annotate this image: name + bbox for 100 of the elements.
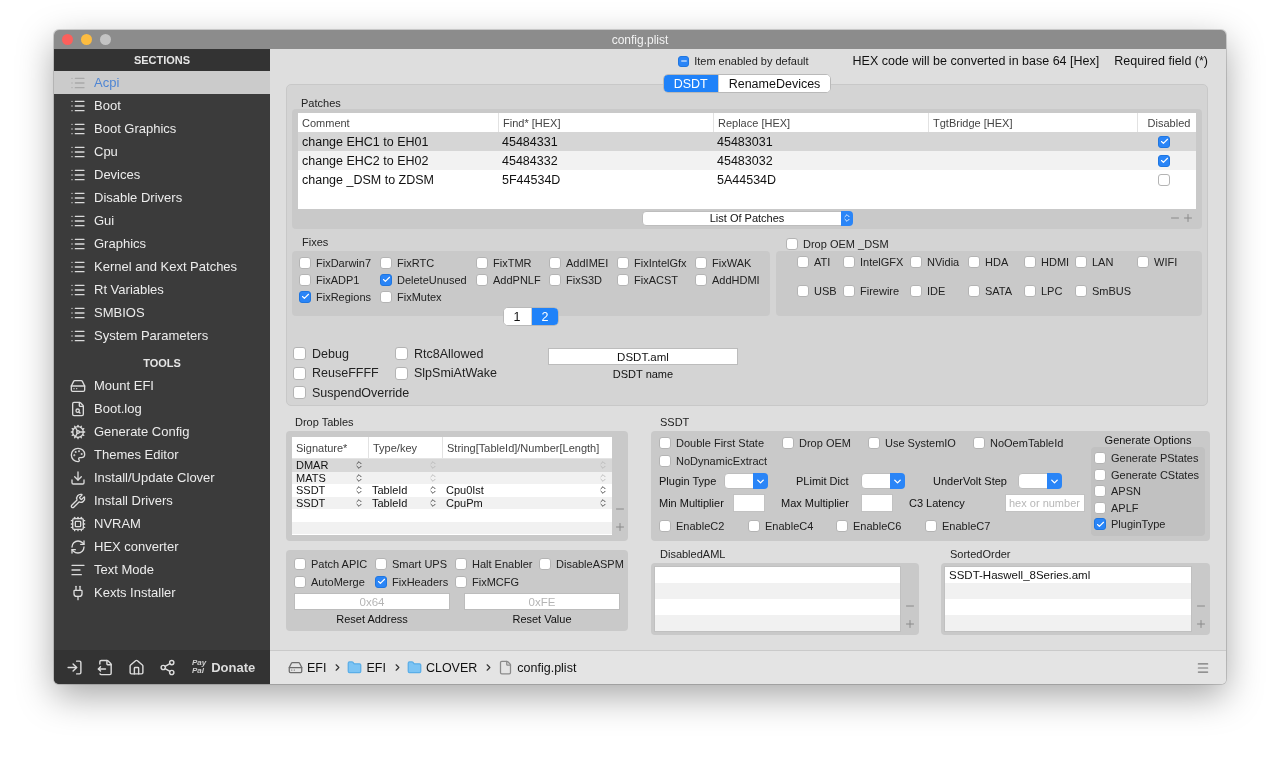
checkbox[interactable] bbox=[910, 256, 922, 268]
checkbox[interactable] bbox=[1094, 518, 1106, 531]
path-item[interactable]: EFI bbox=[307, 660, 327, 675]
checkbox[interactable] bbox=[476, 273, 488, 286]
sidebar-item[interactable]: System Parameters bbox=[54, 324, 270, 347]
tab[interactable]: DSDT bbox=[663, 75, 718, 92]
share-icon[interactable] bbox=[159, 658, 176, 676]
minimize-button[interactable] bbox=[81, 34, 92, 45]
checkbox[interactable] bbox=[380, 256, 392, 269]
checkbox[interactable] bbox=[293, 347, 306, 361]
stepper-icon[interactable] bbox=[354, 472, 364, 483]
path-item[interactable]: EFI bbox=[366, 660, 386, 675]
sidebar-item[interactable]: Rt Variables bbox=[54, 278, 270, 301]
sidebar-item[interactable]: Text Mode bbox=[54, 558, 270, 581]
sidebar-item[interactable]: Kexts Installer bbox=[54, 581, 270, 604]
checkbox[interactable] bbox=[1094, 468, 1106, 481]
sidebar-item[interactable]: Generate Config bbox=[54, 420, 270, 443]
file-export-icon[interactable] bbox=[97, 658, 114, 676]
sidebar-item[interactable]: Install Drivers bbox=[54, 489, 270, 512]
dropdown[interactable] bbox=[724, 473, 768, 489]
checkbox[interactable] bbox=[968, 285, 980, 297]
checkbox[interactable] bbox=[455, 575, 467, 588]
checkbox[interactable] bbox=[380, 273, 392, 286]
checkbox[interactable] bbox=[659, 454, 671, 467]
stepper-icon[interactable] bbox=[354, 497, 364, 508]
plus-icon[interactable] bbox=[1195, 618, 1207, 630]
page-button[interactable]: 2 bbox=[530, 308, 559, 325]
list-item[interactable]: SSDT-Haswell_8Series.aml bbox=[949, 569, 1091, 581]
checkbox[interactable] bbox=[678, 55, 690, 67]
plus-icon[interactable] bbox=[614, 521, 626, 533]
checkbox[interactable] bbox=[455, 557, 467, 570]
checkbox[interactable] bbox=[395, 347, 408, 361]
sidebar-item[interactable]: Themes Editor bbox=[54, 443, 270, 466]
checkbox[interactable] bbox=[797, 256, 809, 268]
donate-link[interactable]: Donate bbox=[211, 659, 256, 675]
sidebar-item[interactable]: Install/Update Clover bbox=[54, 466, 270, 489]
popup-button[interactable]: List Of Patches bbox=[641, 210, 853, 226]
sidebar-item[interactable]: SMBIOS bbox=[54, 301, 270, 324]
menu-icon[interactable] bbox=[1196, 660, 1210, 675]
checkbox[interactable] bbox=[1075, 256, 1087, 268]
sidebar-item[interactable]: Graphics bbox=[54, 232, 270, 255]
checkbox[interactable] bbox=[1158, 173, 1170, 186]
sidebar-item[interactable]: Kernel and Kext Patches bbox=[54, 255, 270, 278]
checkbox[interactable] bbox=[797, 285, 809, 297]
number-field[interactable] bbox=[733, 494, 765, 512]
stepper-icon[interactable] bbox=[428, 485, 438, 496]
sidebar-item[interactable]: Boot bbox=[54, 94, 270, 117]
sidebar-item[interactable]: NVRAM bbox=[54, 512, 270, 535]
checkbox[interactable] bbox=[925, 519, 937, 532]
checkbox[interactable] bbox=[617, 256, 629, 269]
checkbox[interactable] bbox=[395, 366, 408, 380]
checkbox[interactable] bbox=[968, 256, 980, 268]
sidebar-item[interactable]: Mount EFI bbox=[54, 374, 270, 397]
checkbox[interactable] bbox=[549, 256, 561, 269]
home-icon[interactable] bbox=[128, 658, 145, 676]
path-item[interactable]: CLOVER bbox=[425, 660, 478, 675]
sidebar-item[interactable]: Gui bbox=[54, 209, 270, 232]
stepper-icon[interactable] bbox=[354, 485, 364, 496]
plus-icon[interactable] bbox=[904, 618, 916, 630]
checkbox[interactable] bbox=[843, 285, 855, 297]
stepper-icon[interactable] bbox=[598, 472, 608, 483]
zoom-button[interactable] bbox=[100, 34, 111, 45]
checkbox[interactable] bbox=[786, 237, 798, 250]
checkbox[interactable] bbox=[659, 436, 671, 449]
checkbox[interactable] bbox=[299, 256, 311, 269]
table-row[interactable]: DMAR bbox=[292, 459, 612, 472]
sidebar-item[interactable]: Cpu bbox=[54, 140, 270, 163]
path-item[interactable]: config.plist bbox=[517, 660, 577, 675]
checkbox[interactable] bbox=[1094, 452, 1106, 465]
stepper-icon[interactable] bbox=[354, 460, 364, 471]
sidebar-item[interactable]: HEX converter bbox=[54, 535, 270, 558]
plus-icon[interactable] bbox=[1182, 212, 1194, 224]
checkbox[interactable] bbox=[748, 519, 760, 532]
sidebar-item[interactable]: Boot Graphics bbox=[54, 117, 270, 140]
dsdt-name-field[interactable]: DSDT.aml bbox=[548, 348, 738, 365]
sidebar-item[interactable]: Disable Drivers bbox=[54, 186, 270, 209]
checkbox[interactable] bbox=[910, 285, 922, 297]
checkbox[interactable] bbox=[1075, 285, 1087, 297]
sidebar-item[interactable]: Boot.log bbox=[54, 397, 270, 420]
checkbox[interactable] bbox=[1094, 501, 1106, 514]
stepper-icon[interactable] bbox=[428, 472, 438, 483]
checkbox[interactable] bbox=[299, 273, 311, 286]
checkbox[interactable] bbox=[1137, 256, 1149, 268]
checkbox[interactable] bbox=[375, 575, 387, 588]
checkbox[interactable] bbox=[782, 436, 794, 449]
close-button[interactable] bbox=[62, 34, 73, 45]
checkbox[interactable] bbox=[293, 386, 306, 400]
checkbox[interactable] bbox=[868, 436, 880, 449]
dropdown[interactable] bbox=[861, 473, 905, 489]
checkbox[interactable] bbox=[836, 519, 848, 532]
dropdown[interactable] bbox=[1018, 473, 1062, 489]
checkbox[interactable] bbox=[539, 557, 551, 570]
checkbox[interactable] bbox=[299, 290, 311, 303]
checkbox[interactable] bbox=[294, 575, 306, 588]
checkbox[interactable] bbox=[294, 557, 306, 570]
number-field[interactable] bbox=[861, 494, 893, 512]
stepper-icon[interactable] bbox=[598, 497, 608, 508]
checkbox[interactable] bbox=[659, 519, 671, 532]
stepper-icon[interactable] bbox=[598, 485, 608, 496]
checkbox[interactable] bbox=[843, 256, 855, 268]
